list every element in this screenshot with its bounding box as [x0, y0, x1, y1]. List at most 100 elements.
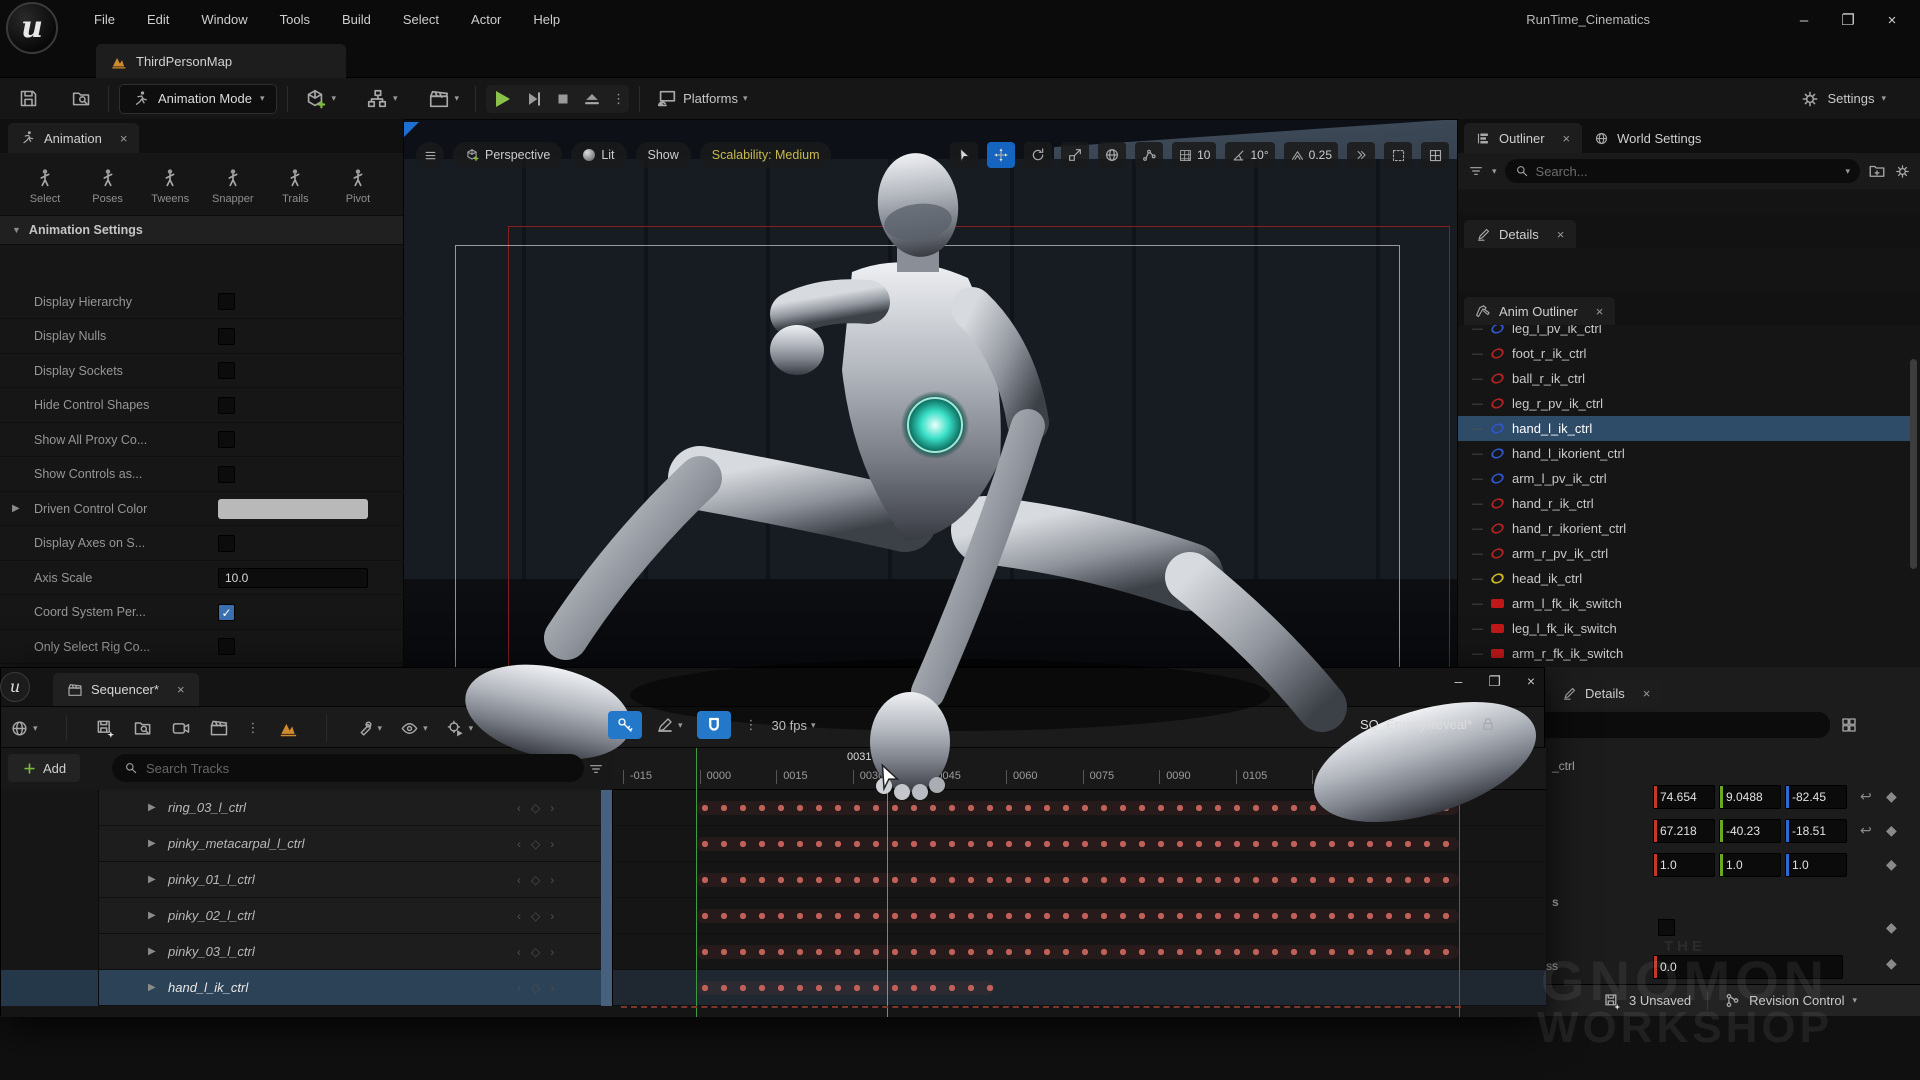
- unsaved-count[interactable]: 3 Unsaved: [1629, 993, 1691, 1008]
- keyframe-diamond-icon[interactable]: ◆: [1886, 856, 1897, 873]
- expand-arrow-icon[interactable]: ▶: [148, 910, 156, 921]
- vector-x-field[interactable]: 1.0: [1653, 853, 1715, 877]
- close-icon[interactable]: ×: [1596, 304, 1604, 319]
- setting-checkbox[interactable]: ✓: [218, 604, 235, 621]
- keyframe-nav-icons[interactable]: ‹◇›: [517, 873, 564, 887]
- animation-settings-header[interactable]: ▼ Animation Settings: [0, 215, 403, 245]
- anim-tool-poses[interactable]: Poses: [81, 167, 135, 205]
- menu-tools[interactable]: Tools: [264, 0, 326, 40]
- gear-icon[interactable]: [1894, 163, 1911, 180]
- render-movie-icon[interactable]: [278, 718, 298, 738]
- blueprints-dropdown[interactable]: ▾: [360, 84, 404, 114]
- expand-arrow-icon[interactable]: ▶: [12, 503, 20, 514]
- sequence-name[interactable]: SQ_EnemyReveal*: [1360, 717, 1472, 732]
- auto-key-button[interactable]: [608, 711, 642, 739]
- vector-z-field[interactable]: -18.51: [1785, 819, 1847, 843]
- color-swatch[interactable]: [218, 499, 368, 519]
- keyframe-diamond-icon[interactable]: ◆: [1886, 822, 1897, 839]
- scalability-pill[interactable]: Scalability: Medium: [700, 142, 832, 168]
- anim-outliner-item[interactable]: —leg_l_fk_ik_switch: [1458, 616, 1914, 641]
- world-dropdown[interactable]: ▾: [10, 719, 38, 738]
- settings-dropdown[interactable]: Settings ▾: [1800, 89, 1886, 109]
- display-grid-icon[interactable]: [1840, 716, 1858, 734]
- anim-outliner-item[interactable]: —hand_l_ik_ctrl: [1458, 416, 1914, 441]
- vector-x-field[interactable]: 74.654: [1653, 785, 1715, 809]
- anim-outliner-item[interactable]: —arm_l_pv_ik_ctrl: [1458, 466, 1914, 491]
- world-settings-tab[interactable]: World Settings: [1582, 123, 1713, 153]
- anim-tool-tweens[interactable]: Tweens: [143, 167, 197, 205]
- anim-outliner-item[interactable]: —ball_r_ik_ctrl: [1458, 366, 1914, 391]
- filter-icon[interactable]: [588, 761, 604, 777]
- playhead-line[interactable]: [887, 748, 888, 1017]
- play-options-kebab[interactable]: ⋮: [612, 91, 625, 107]
- close-icon[interactable]: ×: [120, 131, 128, 146]
- angle-snap-control[interactable]: 10°: [1225, 142, 1274, 168]
- surface-snap-toggle[interactable]: [1135, 142, 1163, 168]
- sequencer-header[interactable]: Sequencer* ×: [1, 668, 1544, 706]
- track-timeline-row[interactable]: [613, 790, 1546, 826]
- play-button[interactable]: [490, 87, 514, 111]
- outliner-search-input[interactable]: Search... ▾: [1505, 159, 1860, 183]
- track-row[interactable]: ▶pinky_metacarpal_l_ctrl‹◇›: [1, 826, 613, 862]
- perspective-dropdown[interactable]: Perspective: [453, 142, 562, 168]
- eject-button[interactable]: [582, 89, 602, 109]
- details-panel-tab[interactable]: Details ×: [1550, 679, 1662, 707]
- viewport[interactable]: [404, 119, 1457, 667]
- save-button[interactable]: [12, 84, 45, 113]
- minimize-button[interactable]: –: [1454, 673, 1462, 690]
- quad-view-button[interactable]: [1421, 142, 1449, 168]
- setting-checkbox[interactable]: [218, 397, 235, 414]
- camera-icon[interactable]: [171, 718, 191, 738]
- fps-dropdown[interactable]: 30 fps▾: [772, 718, 816, 733]
- anim-tool-select[interactable]: Select: [18, 167, 72, 205]
- snap-options-kebab[interactable]: ⋮: [745, 717, 758, 733]
- anim-outliner-item[interactable]: —foot_r_ik_ctrl: [1458, 341, 1914, 366]
- browse-sequence-icon[interactable]: [133, 718, 153, 738]
- vector-z-field[interactable]: -82.45: [1785, 785, 1847, 809]
- track-row[interactable]: ▶pinky_03_l_ctrl‹◇›: [1, 934, 613, 970]
- track-row[interactable]: ▶pinky_02_l_ctrl‹◇›: [1, 898, 613, 934]
- close-button[interactable]: ×: [1870, 0, 1914, 40]
- anim-outliner-tab[interactable]: Anim Outliner ×: [1464, 297, 1615, 325]
- menu-actor[interactable]: Actor: [455, 0, 517, 40]
- expand-arrow-icon[interactable]: ▶: [148, 838, 156, 849]
- anim-outliner-item[interactable]: —hand_r_ikorient_ctrl: [1458, 516, 1914, 541]
- track-search-input[interactable]: Search Tracks: [112, 754, 584, 782]
- anim-outliner-item[interactable]: —arm_r_fk_ik_switch: [1458, 641, 1914, 666]
- keyframe-nav-icons[interactable]: ‹◇›: [517, 981, 564, 995]
- revision-control-label[interactable]: Revision Control: [1749, 993, 1844, 1008]
- close-icon[interactable]: ×: [1563, 131, 1571, 146]
- expand-arrow-icon[interactable]: ▶: [148, 946, 156, 957]
- timeline-ruler[interactable]: -015000000150030004500600075009001050120…: [613, 748, 1546, 790]
- reset-arrow-icon[interactable]: ↩: [1860, 822, 1872, 839]
- expand-arrow-icon[interactable]: ▶: [148, 874, 156, 885]
- anim-outliner-item[interactable]: —head_ik_ctrl: [1458, 566, 1914, 591]
- anim-outliner-item[interactable]: —hand_r_ik_ctrl: [1458, 491, 1914, 516]
- stop-button[interactable]: [554, 90, 572, 108]
- rotate-tool[interactable]: [1024, 142, 1052, 168]
- keyframe-nav-icons[interactable]: ‹◇›: [517, 801, 564, 815]
- move-tool[interactable]: [987, 142, 1015, 168]
- close-icon[interactable]: ×: [177, 682, 185, 697]
- setting-checkbox[interactable]: [218, 431, 235, 448]
- menu-edit[interactable]: Edit: [131, 0, 185, 40]
- menu-select[interactable]: Select: [387, 0, 455, 40]
- track-row[interactable]: ▶hand_l_ik_ctrl‹◇›: [1, 970, 613, 1006]
- track-timeline-row[interactable]: [613, 826, 1546, 862]
- setting-checkbox[interactable]: [218, 362, 235, 379]
- reset-arrow-icon[interactable]: ↩: [1860, 788, 1872, 805]
- animation-tab[interactable]: Animation ×: [8, 123, 139, 153]
- scale-tool[interactable]: [1061, 142, 1089, 168]
- setting-checkbox[interactable]: [218, 638, 235, 655]
- setting-checkbox[interactable]: [218, 466, 235, 483]
- anim-outliner-item[interactable]: —arm_l_fk_ik_switch: [1458, 591, 1914, 616]
- grid-snap-control[interactable]: 10: [1172, 142, 1216, 168]
- curve-tool-dropdown[interactable]: ▾: [656, 716, 683, 734]
- outliner-tab[interactable]: Outliner ×: [1464, 123, 1582, 153]
- select-tool[interactable]: [950, 142, 978, 168]
- keyframe-diamond-icon[interactable]: ◆: [1886, 919, 1897, 936]
- minimize-button[interactable]: –: [1782, 0, 1826, 40]
- expand-arrow-icon[interactable]: ▶: [148, 982, 156, 993]
- maximize-button[interactable]: ❐: [1826, 0, 1870, 40]
- playback-options-dropdown[interactable]: ▾: [446, 719, 474, 738]
